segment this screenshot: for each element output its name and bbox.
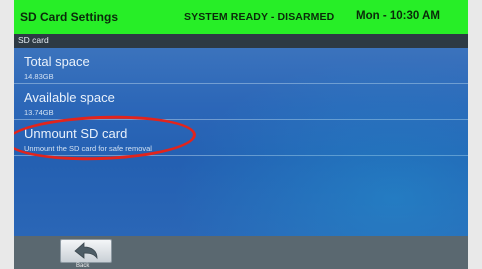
list-item-value: 13.74GB	[24, 108, 54, 117]
system-status: SYSTEM READY - DISARMED	[184, 11, 335, 23]
list-item-label: Available space	[24, 90, 115, 105]
list-item-total-space: Total space 14.83GB	[14, 48, 468, 84]
list-item-available-space: Available space 13.74GB	[14, 84, 468, 120]
bottom-bar: Back	[14, 236, 468, 269]
touchscreen: SD Card Settings SYSTEM READY - DISARMED…	[14, 0, 468, 269]
settings-list: Total space 14.83GB Available space 13.7…	[14, 48, 468, 236]
section-header: SD card	[14, 34, 468, 48]
page-title: SD Card Settings	[20, 10, 119, 24]
back-label: Back	[76, 263, 90, 269]
list-item-description: Unmount the SD card for safe removal	[24, 144, 152, 153]
back-arrow-icon	[74, 242, 98, 260]
device-frame-right	[468, 0, 482, 269]
unmount-sd-card-button[interactable]: Unmount SD card Unmount the SD card for …	[14, 120, 468, 156]
clock: Mon - 10:30 AM	[356, 10, 440, 22]
list-item-label: Unmount SD card	[24, 126, 128, 141]
section-title: SD card	[18, 35, 49, 45]
list-item-label: Total space	[24, 54, 90, 69]
status-bar: SD Card Settings SYSTEM READY - DISARMED…	[14, 0, 468, 34]
list-item-value: 14.83GB	[24, 72, 54, 81]
device-frame-left	[0, 0, 14, 269]
back-button[interactable]	[60, 239, 112, 263]
